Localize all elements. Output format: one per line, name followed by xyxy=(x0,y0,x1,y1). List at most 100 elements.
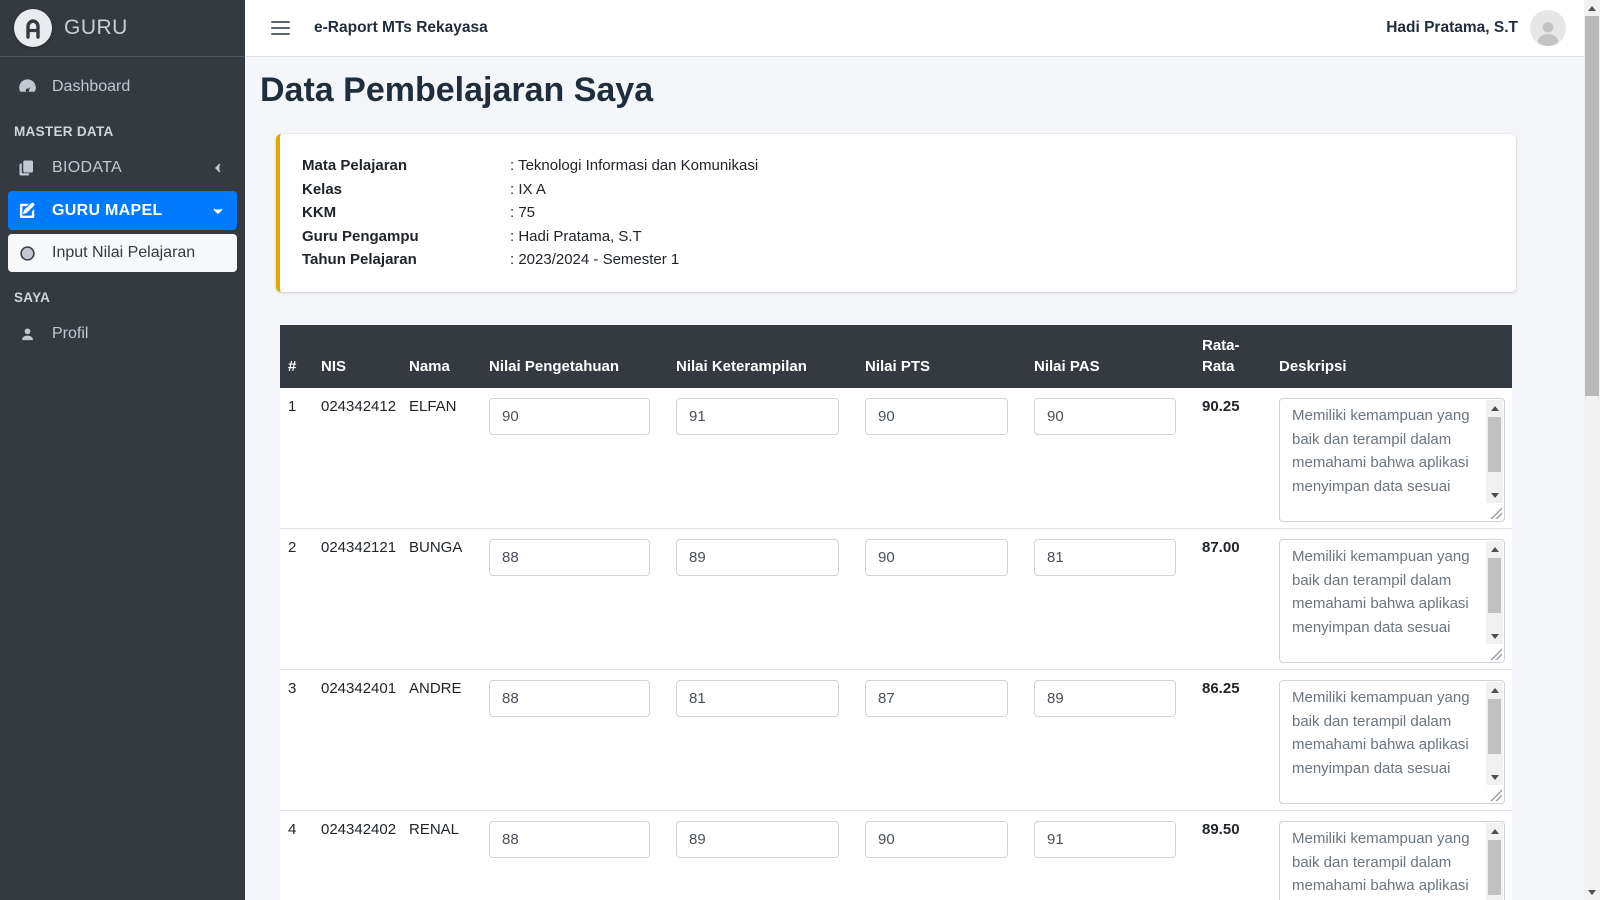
scrollbar-thumb[interactable] xyxy=(1488,840,1501,895)
rata-rata-value: 86.25 xyxy=(1194,670,1271,811)
nilai-pas-input[interactable] xyxy=(1034,398,1176,435)
nilai-pts-input[interactable] xyxy=(865,821,1008,858)
scroll-up-icon[interactable] xyxy=(1486,400,1503,416)
nilai-pengetahuan-input[interactable] xyxy=(489,539,650,576)
col-nama: Nama xyxy=(401,325,481,389)
row-number: 2 xyxy=(280,529,313,670)
sidebar-section-master-data: MASTER DATA xyxy=(8,110,237,149)
textarea-scrollbar[interactable] xyxy=(1486,400,1503,503)
student-nis: 024342412 xyxy=(313,388,401,529)
sidebar-item-profil[interactable]: Profil xyxy=(8,315,237,353)
scroll-up-icon[interactable] xyxy=(1486,541,1503,557)
deskripsi-textarea[interactable]: Memiliki kemampuan yang baik dan terampi… xyxy=(1279,539,1505,663)
nilai-keterampilan-input[interactable] xyxy=(676,398,839,435)
chevron-left-icon xyxy=(211,161,225,175)
scroll-up-icon[interactable] xyxy=(1486,823,1503,839)
scroll-down-icon[interactable] xyxy=(1486,628,1503,644)
deskripsi-text: Memiliki kemampuan yang baik dan terampi… xyxy=(1292,545,1478,658)
sidebar: GURU Dashboard MASTER DATA BIODATA GURU … xyxy=(0,0,245,900)
brand-logo xyxy=(14,9,52,47)
sidebar-item-label: Dashboard xyxy=(52,78,130,96)
textarea-scrollbar[interactable] xyxy=(1486,823,1503,900)
nilai-pas-input[interactable] xyxy=(1034,539,1176,576)
scroll-down-icon[interactable] xyxy=(1584,884,1600,900)
chevron-down-icon xyxy=(211,204,225,218)
deskripsi-textarea[interactable]: Memiliki kemampuan yang baik dan terampi… xyxy=(1279,398,1505,522)
nilai-keterampilan-input[interactable] xyxy=(676,680,839,717)
brand-link[interactable]: GURU xyxy=(0,0,245,57)
col-nilai-pas: Nilai PAS xyxy=(1026,325,1194,389)
grades-table-wrapper: # NIS Nama Nilai Pengetahuan Nilai Keter… xyxy=(280,325,1512,900)
resize-grip-icon[interactable] xyxy=(1490,507,1502,519)
nilai-pas-input[interactable] xyxy=(1034,821,1176,858)
topbar: e-Raport MTs Rekayasa Hadi Pratama, S.T xyxy=(245,0,1584,57)
nilai-pts-input[interactable] xyxy=(865,680,1008,717)
page-scrollbar[interactable] xyxy=(1584,0,1600,900)
scroll-down-icon[interactable] xyxy=(1486,769,1503,785)
scrollbar-thumb[interactable] xyxy=(1488,417,1501,472)
lesson-info-card: Mata Pelajaran : Teknologi Informasi dan… xyxy=(276,134,1516,292)
nilai-pts-input[interactable] xyxy=(865,398,1008,435)
student-nis: 024342121 xyxy=(313,529,401,670)
sidebar-item-biodata[interactable]: BIODATA xyxy=(8,149,237,187)
info-value: : 75 xyxy=(510,201,535,225)
student-nis: 024342401 xyxy=(313,670,401,811)
nilai-keterampilan-input[interactable] xyxy=(676,539,839,576)
col-number: # xyxy=(280,325,313,389)
info-label: Kelas xyxy=(302,178,510,202)
sidebar-section-saya: SAYA xyxy=(8,276,237,315)
info-value: : Hadi Pratama, S.T xyxy=(510,225,642,249)
scroll-up-icon[interactable] xyxy=(1584,0,1600,16)
nilai-keterampilan-input[interactable] xyxy=(676,821,839,858)
avatar[interactable] xyxy=(1530,10,1566,46)
info-label: Tahun Pelajaran xyxy=(302,248,510,272)
hamburger-menu-icon[interactable] xyxy=(269,17,292,39)
deskripsi-text: Memiliki kemampuan yang baik dan terampi… xyxy=(1292,827,1478,900)
deskripsi-textarea[interactable]: Memiliki kemampuan yang baik dan terampi… xyxy=(1279,680,1505,804)
info-row: Kelas : IX A xyxy=(302,178,1494,202)
textarea-scrollbar[interactable] xyxy=(1486,682,1503,785)
sidebar-item-label: BIODATA xyxy=(52,159,122,177)
sidebar-nav: Dashboard MASTER DATA BIODATA GURU MAPEL xyxy=(0,57,245,367)
page-title: Data Pembelajaran Saya xyxy=(260,71,1569,110)
rata-rata-value: 90.25 xyxy=(1194,388,1271,529)
scrollbar-thumb[interactable] xyxy=(1488,699,1501,754)
student-nis: 024342402 xyxy=(313,811,401,900)
nilai-pengetahuan-input[interactable] xyxy=(489,680,650,717)
circle-outline-icon xyxy=(16,245,38,262)
info-label: Mata Pelajaran xyxy=(302,154,510,178)
resize-grip-icon[interactable] xyxy=(1490,789,1502,801)
scrollbar-thumb[interactable] xyxy=(1488,558,1501,613)
content: Data Pembelajaran Saya Mata Pelajaran : … xyxy=(245,57,1584,900)
col-nilai-pengetahuan: Nilai Pengetahuan xyxy=(481,325,668,389)
sidebar-item-label: Input Nilai Pelajaran xyxy=(52,244,195,262)
edit-icon xyxy=(16,201,38,220)
row-number: 4 xyxy=(280,811,313,900)
dashboard-icon xyxy=(16,77,38,96)
info-row: KKM : 75 xyxy=(302,201,1494,225)
student-name: ANDRE xyxy=(401,670,481,811)
deskripsi-text: Memiliki kemampuan yang baik dan terampi… xyxy=(1292,686,1478,799)
col-nis: NIS xyxy=(313,325,401,389)
nilai-pas-input[interactable] xyxy=(1034,680,1176,717)
nilai-pengetahuan-input[interactable] xyxy=(489,821,650,858)
resize-grip-icon[interactable] xyxy=(1490,648,1502,660)
row-number: 3 xyxy=(280,670,313,811)
sidebar-item-input-nilai-pelajaran[interactable]: Input Nilai Pelajaran xyxy=(8,234,237,272)
deskripsi-text: Memiliki kemampuan yang baik dan terampi… xyxy=(1292,404,1478,517)
user-name[interactable]: Hadi Pratama, S.T xyxy=(1386,19,1518,37)
sidebar-item-guru-mapel[interactable]: GURU MAPEL xyxy=(8,191,237,230)
sidebar-item-dashboard[interactable]: Dashboard xyxy=(8,67,237,106)
nilai-pengetahuan-input[interactable] xyxy=(489,398,650,435)
student-row: 2 024342121 BUNGA 87.00 Memiliki kemampu… xyxy=(280,529,1512,670)
scrollbar-thumb[interactable] xyxy=(1585,16,1599,396)
sidebar-item-label: GURU MAPEL xyxy=(52,202,163,220)
app-title-link[interactable]: e-Raport MTs Rekayasa xyxy=(314,19,488,37)
textarea-scrollbar[interactable] xyxy=(1486,541,1503,644)
scroll-down-icon[interactable] xyxy=(1486,487,1503,503)
table-header-row: # NIS Nama Nilai Pengetahuan Nilai Keter… xyxy=(280,325,1512,389)
scroll-up-icon[interactable] xyxy=(1486,682,1503,698)
deskripsi-textarea[interactable]: Memiliki kemampuan yang baik dan terampi… xyxy=(1279,821,1505,900)
col-nilai-keterampilan: Nilai Keterampilan xyxy=(668,325,857,389)
nilai-pts-input[interactable] xyxy=(865,539,1008,576)
